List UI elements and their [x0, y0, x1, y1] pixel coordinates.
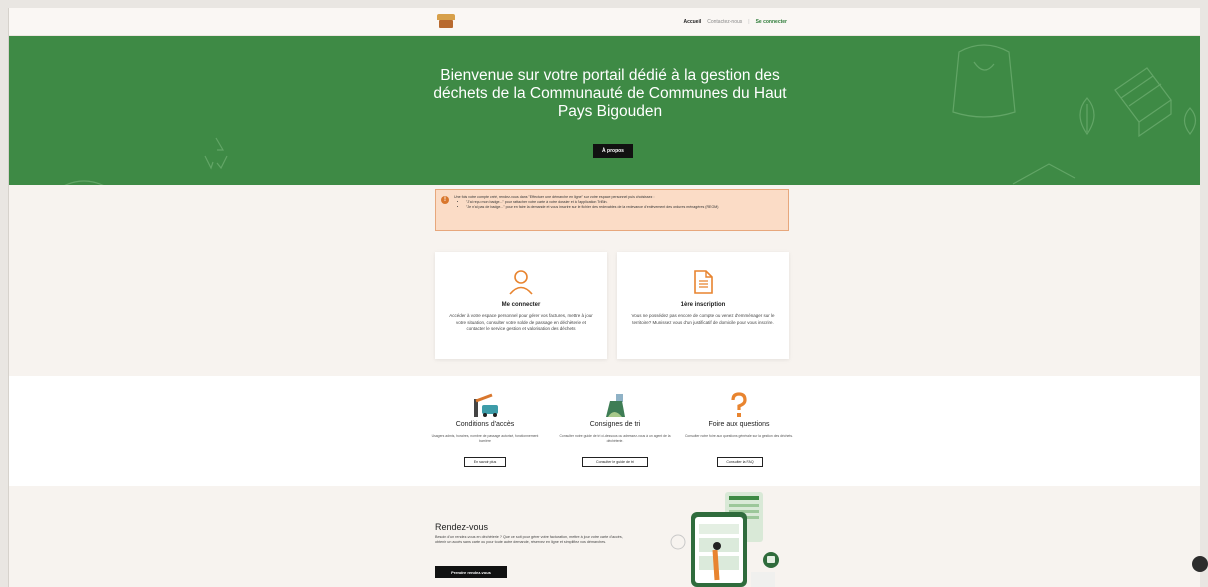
faq-title: Foire aux questions	[708, 421, 770, 428]
hero-banner: Bienvenue sur votre portail dédié à la g…	[9, 36, 1200, 185]
leaf-small-deco-icon	[1183, 107, 1197, 135]
document-icon	[694, 270, 713, 294]
page-frame: Accueil Contactez-nous | Se connecter Bi…	[8, 8, 1200, 587]
site-logo[interactable]	[437, 14, 455, 30]
scroll-widget-handle[interactable]	[1192, 556, 1208, 572]
access-conditions-text: Usagers admis, horaires, nombre de passa…	[431, 434, 539, 443]
sorting-guide-title: Consignes de tri	[589, 421, 641, 428]
nav-separator: |	[748, 19, 750, 25]
signup-card[interactable]: 1ère inscription Vous ne possédez pas en…	[617, 252, 789, 359]
about-button[interactable]: À propos	[593, 144, 633, 158]
appointment-illustration	[670, 492, 779, 587]
notice-list: "J'ai reçu mon badge..." pour rattacher …	[466, 200, 782, 210]
nav-home-link[interactable]: Accueil	[683, 19, 701, 25]
appointment-title: Rendez-vous	[435, 522, 489, 532]
access-conditions-title: Conditions d'accès	[455, 421, 515, 428]
leaf-deco-icon	[1079, 97, 1095, 136]
arc-deco-icon	[64, 180, 104, 185]
signup-card-title: 1ère inscription	[680, 302, 726, 308]
book-appointment-button[interactable]: Prendre rendez-vous	[435, 566, 507, 578]
bag-deco-icon	[952, 44, 1016, 118]
barrier-car-icon	[474, 393, 498, 417]
notice-item: "Je n'ai pas de badge..." pour en faire …	[466, 205, 782, 210]
appointment-section: Rendez-vous Besoin d'un rendez-vous en d…	[9, 486, 1200, 587]
warning-icon: !	[441, 196, 449, 204]
user-icon	[509, 270, 533, 295]
main-nav: Accueil Contactez-nous | Se connecter	[683, 8, 787, 36]
faq-button[interactable]: Consulter la FAQ	[717, 457, 763, 467]
question-icon	[731, 392, 747, 417]
learn-more-button[interactable]: En savoir plus	[464, 457, 506, 467]
crate-deco-icon	[1012, 163, 1076, 185]
nav-contact-link[interactable]: Contactez-nous	[707, 19, 742, 25]
hero-title: Bienvenue sur votre portail dédié à la g…	[433, 67, 787, 120]
sorting-guide-text: Consulter notre guide de tri ci-dessous …	[559, 434, 671, 443]
sorting-guide-button[interactable]: Consulter le guide de tri	[582, 457, 648, 467]
login-card-text: Accéder à votre espace personnel pour gé…	[449, 313, 593, 331]
faq-text: Consulter notre foire aux questions géné…	[684, 434, 793, 438]
login-card[interactable]: Me connecter Accéder à votre espace pers…	[435, 252, 607, 359]
top-bar: Accueil Contactez-nous | Se connecter	[9, 8, 1200, 36]
logo-body	[439, 20, 453, 28]
signup-card-text: Vous ne possédez pas encore de compte ou…	[631, 313, 775, 325]
nav-login-link[interactable]: Se connecter	[756, 19, 787, 25]
login-card-title: Me connecter	[501, 302, 541, 308]
recycle-deco-icon	[204, 137, 228, 170]
pallet-deco-icon	[1114, 67, 1172, 138]
appointment-text: Besoin d'un rendez-vous en déchèterie ? …	[435, 535, 623, 544]
bin-icon	[606, 394, 625, 417]
info-band: Conditions d'accès Usagers admis, horair…	[9, 376, 1200, 486]
info-notice: ! Une fois votre compte créé, rendez-vou…	[435, 189, 789, 231]
